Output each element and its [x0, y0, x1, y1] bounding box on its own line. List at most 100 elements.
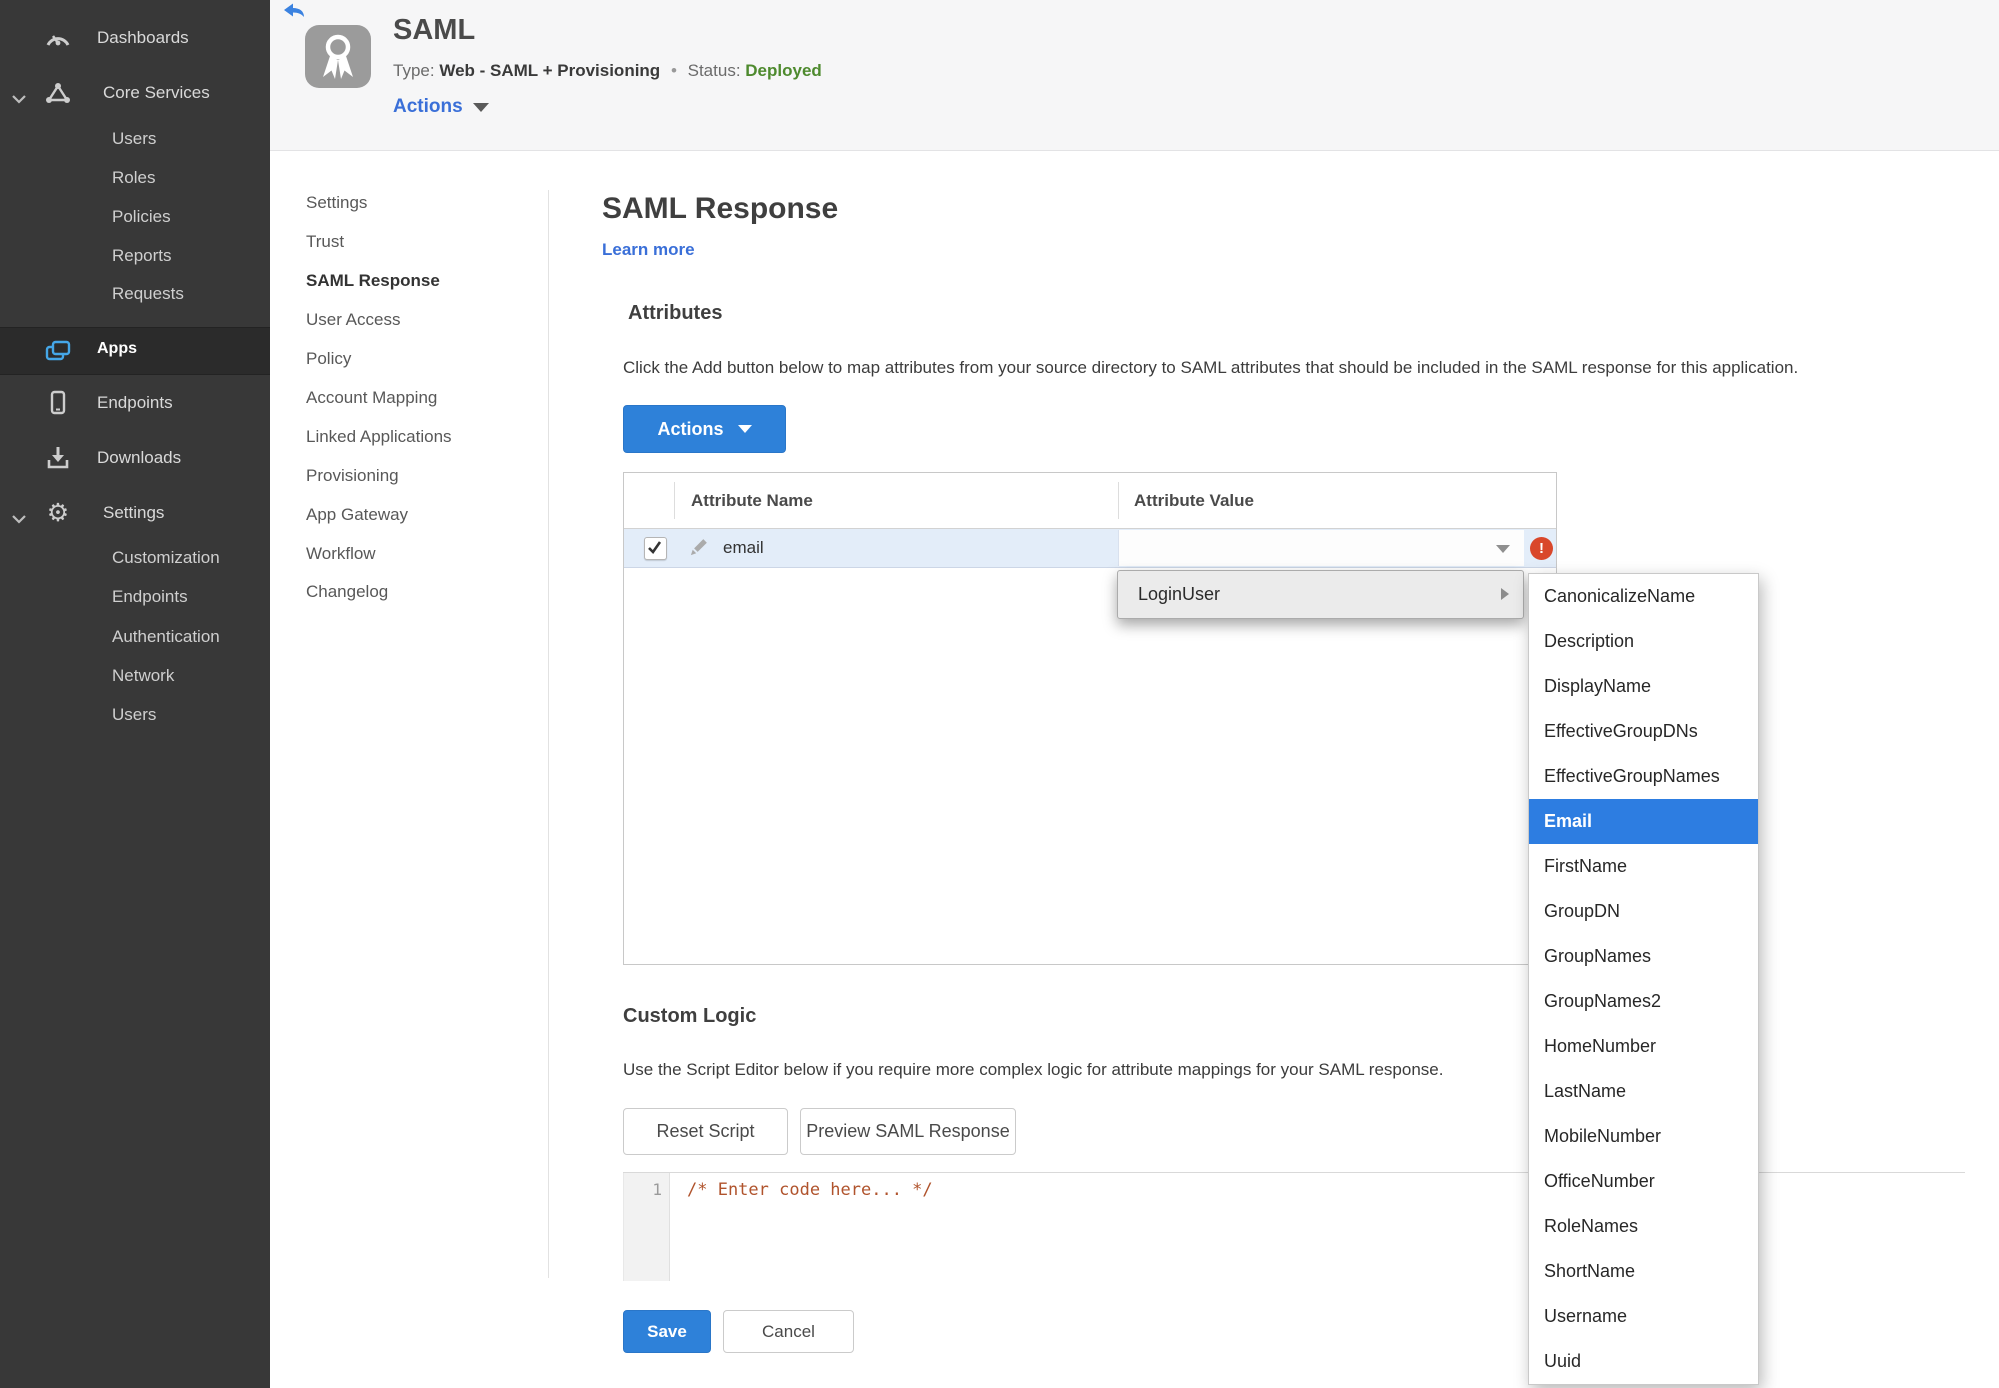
column-divider — [674, 482, 675, 519]
gear-icon: ⚙ — [46, 498, 70, 527]
menu-item[interactable]: HomeNumber — [1529, 1024, 1758, 1069]
header-actions-label: Actions — [393, 96, 463, 117]
separator-dot: • — [670, 61, 677, 80]
downloads-icon — [44, 444, 72, 472]
tab-policy[interactable]: Policy — [306, 349, 351, 371]
apps-icon — [44, 337, 72, 365]
attributes-description: Click the Add button below to map attrib… — [623, 358, 1799, 377]
custom-logic-heading: Custom Logic — [623, 1005, 757, 1027]
sidebar-label: Users — [112, 705, 157, 724]
tab-workflow[interactable]: Workflow — [306, 544, 376, 566]
header-actions-menu[interactable]: Actions — [393, 96, 489, 118]
script-editor[interactable]: 1 /* Enter code here... */ — [623, 1172, 1965, 1281]
menu-item[interactable]: ShortName — [1529, 1249, 1758, 1294]
line-number: 1 — [652, 1180, 662, 1199]
menu-item[interactable]: LastName — [1529, 1069, 1758, 1114]
tab-linked-applications[interactable]: Linked Applications — [306, 427, 452, 449]
core-services-icon — [44, 79, 72, 107]
menu-item[interactable]: Description — [1529, 619, 1758, 664]
sidebar-label: Reports — [112, 246, 172, 265]
menu-item[interactable]: GroupNames — [1529, 934, 1758, 979]
menu-item[interactable]: Username — [1529, 1294, 1758, 1339]
menu-item[interactable]: OfficeNumber — [1529, 1159, 1758, 1204]
sidebar-item-users-settings[interactable]: Users — [0, 698, 270, 732]
sidebar-item-reports[interactable]: Reports — [0, 239, 270, 273]
sidebar-item-downloads[interactable]: Downloads — [0, 441, 270, 475]
sidebar-label: Endpoints — [97, 393, 173, 412]
menu-item[interactable]: EffectiveGroupDNs — [1529, 709, 1758, 754]
attributes-actions-button[interactable]: Actions — [623, 405, 786, 453]
caret-down-icon — [472, 103, 489, 112]
app-type-status: Type: Web - SAML + Provisioning • Status… — [393, 61, 822, 81]
sidebar-item-settings[interactable]: ⚙ Settings — [0, 496, 270, 530]
tab-changelog[interactable]: Changelog — [306, 582, 388, 604]
chevron-down-icon — [12, 89, 26, 109]
tab-account-mapping[interactable]: Account Mapping — [306, 388, 437, 410]
submenu-arrow-icon — [1501, 588, 1509, 600]
cancel-button[interactable]: Cancel — [723, 1310, 854, 1353]
table-row[interactable]: email ! — [624, 529, 1556, 568]
sidebar-item-endpoints-settings[interactable]: Endpoints — [0, 580, 270, 614]
sidebar-label: Authentication — [112, 627, 220, 646]
menu-item[interactable]: GroupNames2 — [1529, 979, 1758, 1024]
tab-provisioning[interactable]: Provisioning — [306, 466, 399, 488]
sidebar-label: Core Services — [103, 83, 210, 102]
back-icon[interactable] — [283, 3, 305, 18]
sidebar-item-customization[interactable]: Customization — [0, 541, 270, 575]
page-title: SAML — [393, 14, 476, 46]
column-header-attribute-value: Attribute Value — [1134, 491, 1254, 510]
reset-script-button[interactable]: Reset Script — [623, 1108, 788, 1155]
sidebar-label: Endpoints — [112, 587, 188, 606]
value-dropdown-menu[interactable]: LoginUser — [1117, 570, 1524, 619]
table-header: Attribute Name Attribute Value — [624, 473, 1556, 529]
sidebar-item-roles[interactable]: Roles — [0, 161, 270, 195]
caret-down-icon — [737, 425, 752, 433]
sidebar-item-apps[interactable]: Apps — [0, 327, 270, 375]
pencil-icon[interactable] — [687, 537, 709, 559]
app-window: Dashboards Core Services Users Roles Pol… — [0, 0, 1999, 1388]
save-button[interactable]: Save — [623, 1310, 711, 1353]
error-icon[interactable]: ! — [1530, 537, 1553, 560]
tab-settings[interactable]: Settings — [306, 193, 367, 215]
attributes-actions-label: Actions — [657, 418, 724, 439]
sidebar-item-network[interactable]: Network — [0, 659, 270, 693]
preview-saml-response-button[interactable]: Preview SAML Response — [800, 1108, 1016, 1155]
menu-item[interactable]: GroupDN — [1529, 889, 1758, 934]
menu-item[interactable]: MobileNumber — [1529, 1114, 1758, 1159]
type-value: Web - SAML + Provisioning — [439, 61, 661, 80]
tab-saml-response[interactable]: SAML Response — [306, 271, 440, 293]
sidebar-label: Users — [112, 129, 157, 148]
type-label: Type: — [393, 61, 435, 80]
menu-item-selected[interactable]: Email — [1529, 799, 1758, 844]
menu-item[interactable]: RoleNames — [1529, 1204, 1758, 1249]
nav-content-divider — [548, 190, 549, 1278]
sidebar-label: Requests — [112, 284, 184, 303]
tab-trust[interactable]: Trust — [306, 232, 344, 254]
tab-user-access[interactable]: User Access — [306, 310, 400, 332]
sidebar-item-endpoints[interactable]: Endpoints — [0, 386, 270, 420]
attributes-heading: Attributes — [628, 302, 723, 324]
sidebar-item-authentication[interactable]: Authentication — [0, 620, 270, 654]
sidebar-label: Downloads — [97, 448, 182, 467]
sidebar-label: Roles — [112, 168, 156, 187]
sidebar-item-dashboards[interactable]: Dashboards — [0, 21, 270, 55]
row-checkbox[interactable] — [644, 537, 667, 560]
sidebar-item-core-services[interactable]: Core Services — [0, 76, 270, 110]
sidebar-item-requests[interactable]: Requests — [0, 277, 270, 311]
app-header: SAML Type: Web - SAML + Provisioning • S… — [270, 0, 1999, 151]
attributes-table: Attribute Name Attribute Value email ! — [623, 472, 1557, 965]
caret-down-icon — [1496, 545, 1510, 553]
menu-item[interactable]: Uuid — [1529, 1339, 1758, 1384]
sidebar-item-policies[interactable]: Policies — [0, 200, 270, 234]
menu-item-loginuser[interactable]: LoginUser — [1138, 571, 1220, 618]
tab-app-gateway[interactable]: App Gateway — [306, 505, 408, 527]
menu-item[interactable]: FirstName — [1529, 844, 1758, 889]
learn-more-link[interactable]: Learn more — [602, 240, 695, 260]
column-header-attribute-name: Attribute Name — [691, 491, 813, 510]
sidebar-label: Apps — [97, 340, 137, 357]
attribute-value-combobox[interactable] — [1118, 530, 1524, 566]
menu-item[interactable]: CanonicalizeName — [1529, 574, 1758, 619]
menu-item[interactable]: EffectiveGroupNames — [1529, 754, 1758, 799]
menu-item[interactable]: DisplayName — [1529, 664, 1758, 709]
sidebar-item-users[interactable]: Users — [0, 122, 270, 156]
